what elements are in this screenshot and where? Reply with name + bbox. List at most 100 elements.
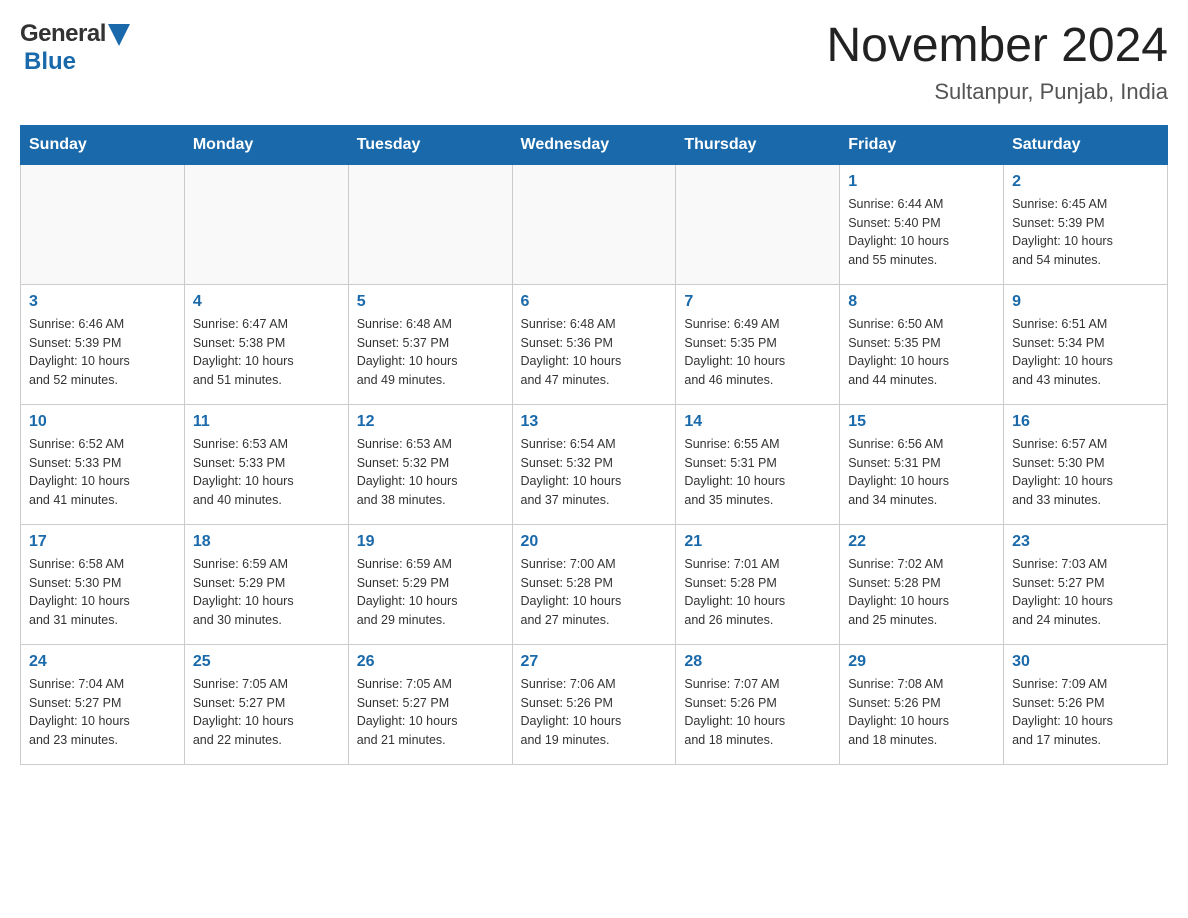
day-number: 24	[29, 653, 176, 671]
calendar-cell: 9 Sunrise: 6:51 AMSunset: 5:34 PMDaylight…	[1004, 284, 1168, 404]
calendar-header-row: SundayMondayTuesdayWednesdayThursdayFrid…	[21, 125, 1168, 164]
day-number: 20	[521, 533, 668, 551]
calendar-cell: 16 Sunrise: 6:57 AMSunset: 5:30 PMDayligh…	[1004, 404, 1168, 524]
day-number: 25	[193, 653, 340, 671]
day-number: 10	[29, 413, 176, 431]
calendar-cell	[184, 164, 348, 284]
calendar-cell: 15 Sunrise: 6:56 AMSunset: 5:31 PMDayligh…	[840, 404, 1004, 524]
day-sun-info: Sunrise: 6:44 AMSunset: 5:40 PMDaylight:…	[848, 195, 995, 270]
day-sun-info: Sunrise: 6:59 AMSunset: 5:29 PMDaylight:…	[193, 555, 340, 630]
day-number: 7	[684, 293, 831, 311]
day-sun-info: Sunrise: 6:55 AMSunset: 5:31 PMDaylight:…	[684, 435, 831, 510]
location-subtitle: Sultanpur, Punjab, India	[826, 79, 1168, 105]
day-number: 6	[521, 293, 668, 311]
day-number: 1	[848, 173, 995, 191]
day-sun-info: Sunrise: 6:53 AMSunset: 5:33 PMDaylight:…	[193, 435, 340, 510]
calendar-week-row: 3Sunrise: 6:46 AMSunset: 5:39 PMDaylight…	[21, 284, 1168, 404]
day-number: 12	[357, 413, 504, 431]
day-sun-info: Sunrise: 7:00 AMSunset: 5:28 PMDaylight:…	[521, 555, 668, 630]
day-sun-info: Sunrise: 6:59 AMSunset: 5:29 PMDaylight:…	[357, 555, 504, 630]
day-sun-info: Sunrise: 6:58 AMSunset: 5:30 PMDaylight:…	[29, 555, 176, 630]
day-number: 17	[29, 533, 176, 551]
day-sun-info: Sunrise: 6:50 AMSunset: 5:35 PMDaylight:…	[848, 315, 995, 390]
day-number: 9	[1012, 293, 1159, 311]
day-number: 14	[684, 413, 831, 431]
day-number: 30	[1012, 653, 1159, 671]
day-sun-info: Sunrise: 6:46 AMSunset: 5:39 PMDaylight:…	[29, 315, 176, 390]
calendar-week-row: 24 Sunrise: 7:04 AMSunset: 5:27 PMDayligh…	[21, 644, 1168, 764]
day-sun-info: Sunrise: 6:51 AMSunset: 5:34 PMDaylight:…	[1012, 315, 1159, 390]
day-sun-info: Sunrise: 6:49 AMSunset: 5:35 PMDaylight:…	[684, 315, 831, 390]
calendar-cell	[21, 164, 185, 284]
day-sun-info: Sunrise: 7:08 AMSunset: 5:26 PMDaylight:…	[848, 675, 995, 750]
page-header: General Blue November 2024 Sultanpur, Pu…	[20, 20, 1168, 105]
calendar-cell: 14 Sunrise: 6:55 AMSunset: 5:31 PMDayligh…	[676, 404, 840, 524]
calendar-cell: 28Sunrise: 7:07 AMSunset: 5:26 PMDayligh…	[676, 644, 840, 764]
calendar-cell: 27 Sunrise: 7:06 AMSunset: 5:26 PMDayligh…	[512, 644, 676, 764]
calendar-cell: 8 Sunrise: 6:50 AMSunset: 5:35 PMDaylight…	[840, 284, 1004, 404]
day-number: 19	[357, 533, 504, 551]
day-number: 21	[684, 533, 831, 551]
calendar-cell: 17 Sunrise: 6:58 AMSunset: 5:30 PMDayligh…	[21, 524, 185, 644]
calendar-cell: 12 Sunrise: 6:53 AMSunset: 5:32 PMDayligh…	[348, 404, 512, 524]
day-number: 2	[1012, 173, 1159, 191]
day-header-friday: Friday	[840, 125, 1004, 164]
calendar-table: SundayMondayTuesdayWednesdayThursdayFrid…	[20, 125, 1168, 765]
day-sun-info: Sunrise: 7:01 AMSunset: 5:28 PMDaylight:…	[684, 555, 831, 630]
day-number: 16	[1012, 413, 1159, 431]
day-sun-info: Sunrise: 6:47 AMSunset: 5:38 PMDaylight:…	[193, 315, 340, 390]
day-number: 8	[848, 293, 995, 311]
calendar-cell: 24 Sunrise: 7:04 AMSunset: 5:27 PMDayligh…	[21, 644, 185, 764]
day-header-thursday: Thursday	[676, 125, 840, 164]
day-sun-info: Sunrise: 6:56 AMSunset: 5:31 PMDaylight:…	[848, 435, 995, 510]
day-header-tuesday: Tuesday	[348, 125, 512, 164]
day-number: 22	[848, 533, 995, 551]
day-sun-info: Sunrise: 6:48 AMSunset: 5:37 PMDaylight:…	[357, 315, 504, 390]
calendar-cell: 6 Sunrise: 6:48 AMSunset: 5:36 PMDaylight…	[512, 284, 676, 404]
calendar-cell: 5Sunrise: 6:48 AMSunset: 5:37 PMDaylight…	[348, 284, 512, 404]
calendar-cell: 29 Sunrise: 7:08 AMSunset: 5:26 PMDayligh…	[840, 644, 1004, 764]
day-sun-info: Sunrise: 6:45 AMSunset: 5:39 PMDaylight:…	[1012, 195, 1159, 270]
day-number: 27	[521, 653, 668, 671]
calendar-title-area: November 2024 Sultanpur, Punjab, India	[826, 20, 1168, 105]
day-number: 29	[848, 653, 995, 671]
day-header-sunday: Sunday	[21, 125, 185, 164]
day-number: 13	[521, 413, 668, 431]
day-number: 18	[193, 533, 340, 551]
day-sun-info: Sunrise: 7:06 AMSunset: 5:26 PMDaylight:…	[521, 675, 668, 750]
calendar-cell: 7 Sunrise: 6:49 AMSunset: 5:35 PMDaylight…	[676, 284, 840, 404]
calendar-cell: 11Sunrise: 6:53 AMSunset: 5:33 PMDayligh…	[184, 404, 348, 524]
calendar-week-row: 1 Sunrise: 6:44 AMSunset: 5:40 PMDaylight…	[21, 164, 1168, 284]
calendar-cell: 4 Sunrise: 6:47 AMSunset: 5:38 PMDaylight…	[184, 284, 348, 404]
calendar-cell: 19 Sunrise: 6:59 AMSunset: 5:29 PMDayligh…	[348, 524, 512, 644]
calendar-week-row: 17 Sunrise: 6:58 AMSunset: 5:30 PMDayligh…	[21, 524, 1168, 644]
calendar-cell: 2 Sunrise: 6:45 AMSunset: 5:39 PMDaylight…	[1004, 164, 1168, 284]
calendar-cell: 30 Sunrise: 7:09 AMSunset: 5:26 PMDayligh…	[1004, 644, 1168, 764]
day-sun-info: Sunrise: 7:05 AMSunset: 5:27 PMDaylight:…	[193, 675, 340, 750]
day-number: 4	[193, 293, 340, 311]
calendar-cell: 21 Sunrise: 7:01 AMSunset: 5:28 PMDayligh…	[676, 524, 840, 644]
calendar-cell: 25 Sunrise: 7:05 AMSunset: 5:27 PMDayligh…	[184, 644, 348, 764]
day-sun-info: Sunrise: 6:53 AMSunset: 5:32 PMDaylight:…	[357, 435, 504, 510]
calendar-cell: 1 Sunrise: 6:44 AMSunset: 5:40 PMDaylight…	[840, 164, 1004, 284]
day-header-saturday: Saturday	[1004, 125, 1168, 164]
day-sun-info: Sunrise: 6:48 AMSunset: 5:36 PMDaylight:…	[521, 315, 668, 390]
day-sun-info: Sunrise: 6:57 AMSunset: 5:30 PMDaylight:…	[1012, 435, 1159, 510]
logo-blue-text: Blue	[24, 48, 76, 75]
calendar-cell: 23Sunrise: 7:03 AMSunset: 5:27 PMDayligh…	[1004, 524, 1168, 644]
day-sun-info: Sunrise: 7:04 AMSunset: 5:27 PMDaylight:…	[29, 675, 176, 750]
day-sun-info: Sunrise: 7:05 AMSunset: 5:27 PMDaylight:…	[357, 675, 504, 750]
day-number: 15	[848, 413, 995, 431]
day-sun-info: Sunrise: 6:52 AMSunset: 5:33 PMDaylight:…	[29, 435, 176, 510]
calendar-week-row: 10 Sunrise: 6:52 AMSunset: 5:33 PMDayligh…	[21, 404, 1168, 524]
calendar-cell	[676, 164, 840, 284]
day-sun-info: Sunrise: 7:09 AMSunset: 5:26 PMDaylight:…	[1012, 675, 1159, 750]
calendar-cell: 10 Sunrise: 6:52 AMSunset: 5:33 PMDayligh…	[21, 404, 185, 524]
logo: General Blue	[20, 20, 130, 76]
calendar-cell: 22 Sunrise: 7:02 AMSunset: 5:28 PMDayligh…	[840, 524, 1004, 644]
calendar-cell: 13Sunrise: 6:54 AMSunset: 5:32 PMDayligh…	[512, 404, 676, 524]
day-number: 23	[1012, 533, 1159, 551]
calendar-cell	[348, 164, 512, 284]
calendar-cell: 18 Sunrise: 6:59 AMSunset: 5:29 PMDayligh…	[184, 524, 348, 644]
day-sun-info: Sunrise: 7:02 AMSunset: 5:28 PMDaylight:…	[848, 555, 995, 630]
